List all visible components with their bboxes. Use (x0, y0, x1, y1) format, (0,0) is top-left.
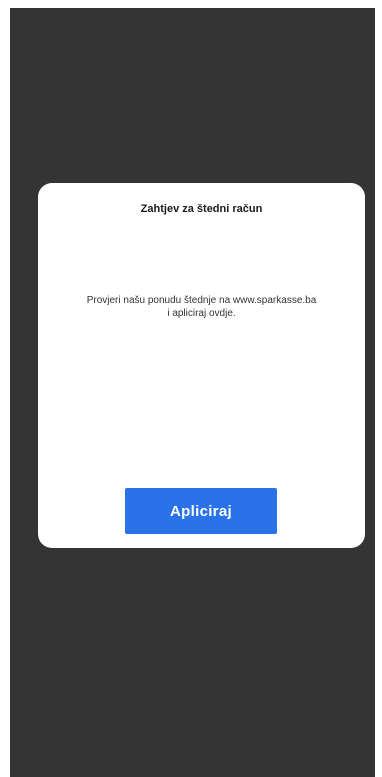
dialog-message-line-1: Provjeri našu ponudu štednje na www.spar… (86, 295, 317, 306)
screen-overlay[interactable]: Zahtjev za štedni račun Provjeri našu po… (10, 8, 375, 777)
dialog-message-line-2: i apliciraj ovdje. (167, 308, 236, 319)
dialog-message: Provjeri našu ponudu štednje na www.spar… (48, 294, 355, 320)
savings-account-dialog: Zahtjev za štedni račun Provjeri našu po… (38, 183, 365, 548)
dialog-title: Zahtjev za štedni račun (140, 203, 263, 215)
apply-button[interactable]: Apliciraj (125, 488, 277, 534)
